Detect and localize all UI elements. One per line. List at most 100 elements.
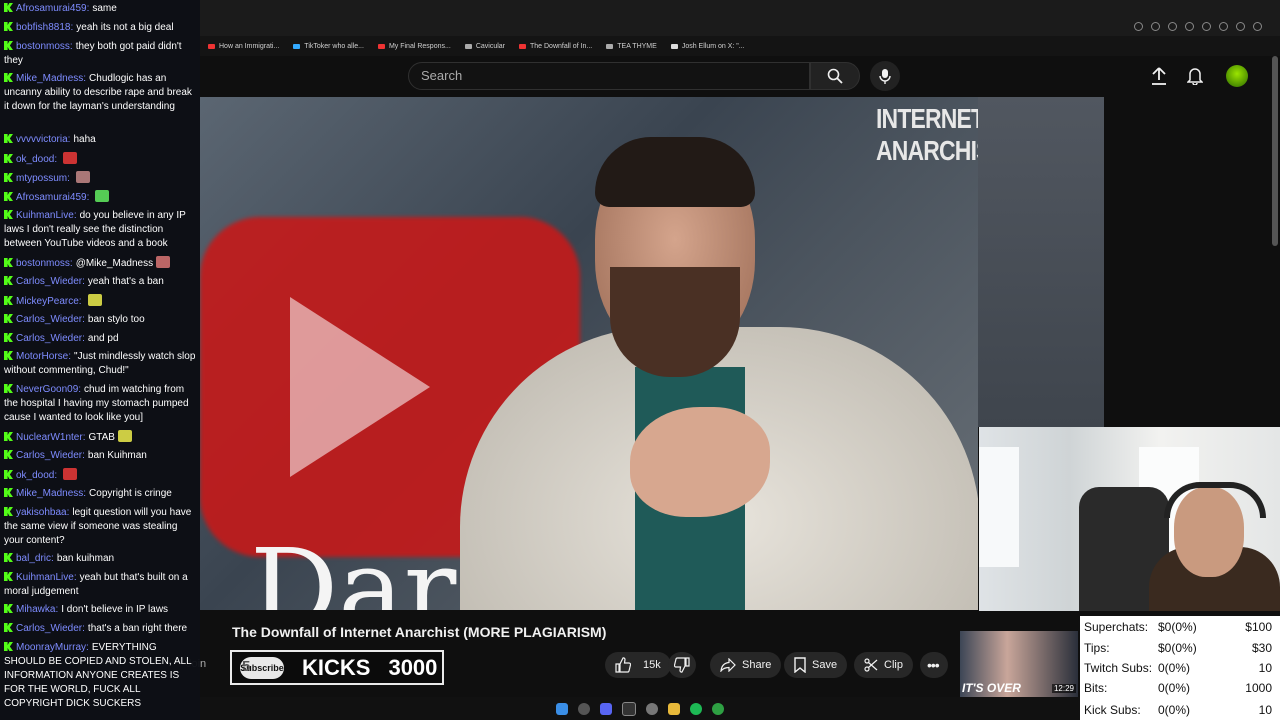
chat-username[interactable]: Mike_Madness:	[16, 488, 86, 499]
chat-username[interactable]: ok_dood:	[16, 154, 57, 165]
chat-message: NuclearW1nter: GTAB	[4, 430, 198, 445]
like-button[interactable]: 15k	[605, 652, 671, 678]
bookmark[interactable]: TikToker who alle...	[293, 43, 364, 50]
bookmark[interactable]: Josh Ellum on X: "...	[670, 43, 745, 50]
bookmark[interactable]: TEA THYME	[606, 43, 657, 50]
search-button[interactable]	[810, 62, 860, 90]
video-subject-beard	[610, 267, 740, 377]
chat-username[interactable]: NeverGoon09:	[16, 384, 81, 395]
chat-username[interactable]: bal_dric:	[16, 553, 54, 564]
video-subject-hand	[630, 407, 770, 517]
folder-icon	[606, 43, 614, 49]
chat-message: MoonrayMurray: EVERYTHING SHOULD BE COPIE…	[4, 641, 198, 711]
bookmark[interactable]: The Downfall of In...	[519, 43, 592, 50]
discord-icon[interactable]	[600, 702, 612, 715]
chat-emote-icon	[63, 468, 78, 480]
extension-icon[interactable]	[1185, 22, 1194, 31]
chat-username[interactable]: KuihmanLive:	[16, 210, 77, 221]
chat-message: bostonmoss: they both got paid didn't the…	[4, 40, 198, 68]
extension-icon[interactable]	[1236, 22, 1245, 31]
chat-emote-icon	[63, 152, 78, 164]
chat-message: mtypossum:	[4, 171, 198, 186]
chat-username[interactable]: Carlos_Wieder:	[16, 333, 85, 344]
extension-icon[interactable]	[1202, 22, 1211, 31]
chat-text: and pd	[87, 333, 119, 344]
extension-icon[interactable]	[1151, 22, 1160, 31]
stat-row-bits: Bits: 0(0%) 1000	[1084, 681, 1272, 695]
chat-emote-icon	[117, 430, 132, 442]
chat-username[interactable]: yakisohbaa:	[16, 507, 69, 518]
chat-username[interactable]: bobfish8818:	[16, 22, 73, 33]
scissors-icon	[864, 658, 878, 672]
bookmark[interactable]: Cavicular	[464, 43, 505, 50]
news-timestamp: 12:29	[1051, 684, 1076, 693]
chat-username[interactable]: Mike_Madness:	[16, 73, 86, 84]
chat-username[interactable]: MickeyPearce:	[16, 296, 82, 307]
kick-badge-icon	[4, 572, 13, 581]
xbox-icon[interactable]	[712, 702, 724, 715]
room-window	[979, 447, 1019, 567]
chat-username[interactable]: Carlos_Wieder:	[16, 623, 85, 634]
chat-message: Mike_Madness: Chudlogic has an uncanny ab…	[4, 72, 198, 114]
chat-username[interactable]: MotorHorse:	[16, 351, 71, 362]
search-input[interactable]: Search	[408, 62, 810, 90]
dislike-button[interactable]	[668, 652, 696, 678]
chat-username[interactable]: bostonmoss:	[16, 41, 73, 52]
stat-row-kick-subs: Kick Subs: 0(0%) 10	[1084, 703, 1272, 717]
chat-username[interactable]: Afrosamurai459:	[16, 3, 89, 14]
chat-message: yakisohbaa: legit question will you have …	[4, 506, 198, 548]
chat-username[interactable]: mtypossum:	[16, 173, 70, 184]
clip-button[interactable]: Clip	[854, 652, 913, 678]
more-actions-button[interactable]: •••	[920, 652, 948, 678]
kick-badge-icon	[4, 432, 13, 441]
video-player[interactable]: INTERNET ANARCHIST Dar	[200, 97, 978, 610]
chat-message: Carlos_Wieder: ban Kuihman	[4, 449, 198, 463]
chat-username[interactable]: NuclearW1nter:	[16, 432, 85, 443]
chat-username[interactable]: ok_dood:	[16, 470, 57, 481]
extension-icon[interactable]	[1168, 22, 1177, 31]
video-subject-hair	[595, 137, 755, 207]
search-icon[interactable]	[578, 702, 590, 715]
windows-start-icon[interactable]	[556, 702, 568, 715]
chat-text: I don't believe in IP laws	[61, 604, 169, 615]
voice-search-button[interactable]	[870, 61, 900, 91]
chat-message: NeverGoon09: chud im watching from the ho…	[4, 383, 198, 425]
chat-message: Carlos_Wieder: ban stylo too	[4, 313, 198, 327]
chat-username[interactable]: bostonmoss:	[16, 258, 73, 269]
chat-username[interactable]: Carlos_Wieder:	[16, 314, 85, 325]
chat-username[interactable]: KuihmanLive:	[16, 572, 77, 583]
notifications-button[interactable]	[1184, 65, 1206, 87]
upload-button[interactable]	[1148, 65, 1170, 87]
chat-username[interactable]: vvvvvictoria:	[16, 134, 70, 145]
chrome-icon[interactable]	[646, 702, 658, 715]
obs-icon[interactable]	[622, 701, 636, 716]
save-button[interactable]: Save	[784, 652, 848, 678]
extension-icon[interactable]	[1134, 22, 1143, 31]
stat-row-tips: Tips: $0(0%) $30	[1084, 641, 1272, 655]
spotify-icon[interactable]	[690, 702, 702, 715]
kick-badge-icon	[4, 623, 13, 632]
bookmark-favicon-icon	[208, 43, 215, 49]
account-avatar[interactable]	[1226, 65, 1248, 87]
chat-username[interactable]: Afrosamurai459:	[16, 192, 89, 203]
kicks-value: 3000	[388, 654, 438, 680]
chat-username[interactable]: Carlos_Wieder:	[16, 450, 85, 461]
bookmark[interactable]: How an Immigrati...	[208, 43, 279, 50]
page-scrollbar[interactable]	[1272, 56, 1278, 246]
extension-icon[interactable]	[1219, 22, 1228, 31]
chat-message: ok_dood:	[4, 468, 198, 483]
news-thumbnail[interactable]: IT'S OVER 12:29	[960, 631, 1078, 697]
kick-badge-icon	[4, 604, 13, 613]
file-explorer-icon[interactable]	[668, 702, 680, 715]
extension-icons	[1134, 22, 1262, 31]
kick-badge-icon	[4, 642, 13, 651]
chat-username[interactable]: Mihawka:	[16, 604, 58, 615]
chat-username[interactable]: MoonrayMurray:	[16, 642, 89, 653]
share-button[interactable]: Share	[710, 652, 782, 678]
chat-username[interactable]: Carlos_Wieder:	[16, 276, 85, 287]
stat-row-superchats: Superchats: $0(0%) $100	[1084, 620, 1272, 634]
chat-message: Mike_Madness: Copyright is cringe	[4, 487, 198, 501]
bookmark[interactable]: My Final Respons...	[377, 43, 451, 50]
chat-emote-icon	[75, 171, 90, 183]
extension-icon[interactable]	[1253, 22, 1262, 31]
